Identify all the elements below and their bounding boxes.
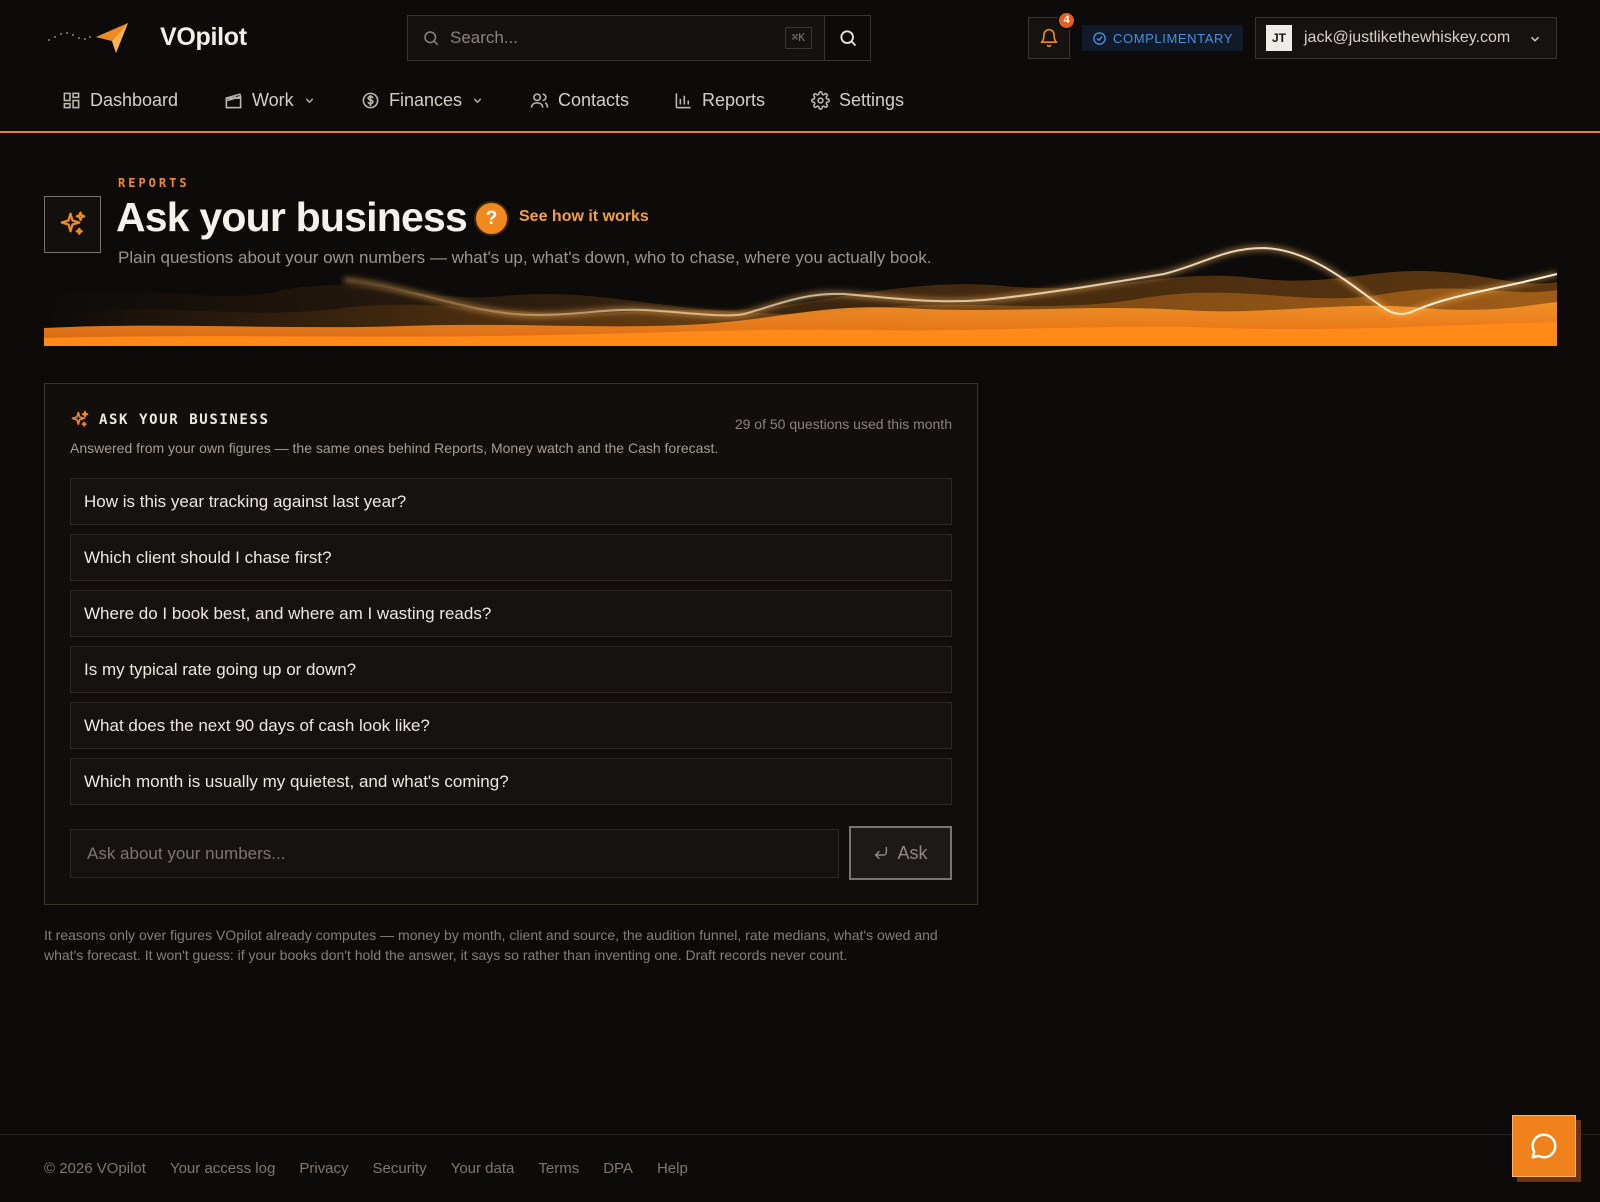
- chevron-down-icon: [305, 97, 313, 103]
- suggested-question[interactable]: What does the next 90 days of cash look …: [70, 702, 952, 749]
- dollar-circle-icon: [362, 92, 379, 108]
- plan-label: COMPLIMENTARY: [1113, 30, 1234, 46]
- notification-count-badge: 4: [1057, 11, 1076, 30]
- user-email: jack@justlikethewhiskey.com: [1304, 29, 1511, 46]
- suggested-question[interactable]: Which month is usually my quietest, and …: [70, 758, 952, 805]
- bar-chart-icon: [675, 92, 691, 108]
- sparkles-icon: [71, 410, 89, 427]
- logo-icon: [48, 23, 128, 53]
- page-eyebrow: REPORTS: [118, 176, 190, 190]
- card-header: ASK YOUR BUSINESS: [70, 410, 270, 430]
- ask-card: ASK YOUR BUSINESS 29 of 50 questions use…: [44, 383, 978, 905]
- users-icon: [530, 92, 549, 108]
- search-icon: [424, 31, 439, 46]
- search-input[interactable]: [450, 28, 780, 48]
- top-bar: VOpilot ⌘K 4 COMPLIMENTARY JT jack@justl…: [0, 0, 1600, 76]
- footer-link-your-data[interactable]: Your data: [451, 1160, 515, 1177]
- search-shortcut: ⌘K: [784, 27, 812, 49]
- gear-icon: [811, 90, 830, 110]
- nav-item-dashboard[interactable]: Dashboard: [62, 86, 178, 114]
- nav-item-reports[interactable]: Reports: [674, 86, 765, 114]
- brand[interactable]: VOpilot: [46, 20, 247, 54]
- check-circle-icon: [1093, 31, 1106, 45]
- chat-bubble-icon: [1531, 1133, 1557, 1159]
- page-title: Ask your business: [116, 194, 468, 240]
- search-icon: [839, 30, 856, 47]
- nav-item-label: Settings: [839, 89, 905, 110]
- nav-item-settings[interactable]: Settings: [811, 86, 904, 114]
- search-button[interactable]: [824, 16, 870, 60]
- nav-item-label: Finances: [389, 89, 463, 110]
- suggested-question[interactable]: Which client should I chase first?: [70, 534, 952, 581]
- nav-item-finances[interactable]: Finances: [361, 86, 484, 114]
- suggested-questions: How is this year tracking against last y…: [70, 478, 952, 814]
- copyright: © 2026 VOpilot: [44, 1160, 146, 1177]
- question-quota: 29 of 50 questions used this month: [734, 416, 952, 432]
- clapperboard-icon: [225, 92, 242, 108]
- chevron-down-icon: [473, 97, 482, 103]
- help-button[interactable]: ?: [474, 201, 509, 236]
- sparkles-badge: [44, 196, 101, 253]
- nav-item-work[interactable]: Work: [224, 86, 316, 114]
- enter-icon: [875, 846, 888, 860]
- nav-item-contacts[interactable]: Contacts: [530, 86, 629, 114]
- bell-icon: [1040, 28, 1058, 48]
- footer: © 2026 VOpilot Your access log Privacy S…: [44, 1160, 688, 1177]
- nav-item-label: Dashboard: [90, 89, 179, 110]
- ask-button-label: Ask: [897, 842, 928, 863]
- question-mark-icon: ?: [485, 208, 498, 229]
- disclaimer-note: It reasons only over figures VOpilot alr…: [44, 927, 938, 963]
- plan-badge: COMPLIMENTARY: [1082, 25, 1244, 51]
- suggested-question[interactable]: How is this year tracking against last y…: [70, 478, 952, 525]
- main-nav: Dashboard Work Finances Contacts Reports…: [0, 76, 1600, 133]
- card-title: ASK YOUR BUSINESS: [99, 412, 270, 428]
- card-description: Answered from your own figures — the sam…: [70, 440, 719, 456]
- search-bar: ⌘K: [407, 15, 871, 61]
- dashboard-icon: [63, 92, 80, 108]
- notifications-button[interactable]: 4: [1028, 11, 1076, 59]
- suggested-question[interactable]: Is my typical rate going up or down?: [70, 646, 952, 693]
- brand-name: VOpilot: [160, 23, 247, 51]
- avatar: JT: [1266, 25, 1292, 51]
- footer-divider: [0, 1134, 1600, 1135]
- chat-button[interactable]: [1512, 1115, 1576, 1177]
- nav-item-label: Contacts: [558, 89, 630, 110]
- footer-link-dpa[interactable]: DPA: [603, 1160, 633, 1177]
- footer-link-terms[interactable]: Terms: [538, 1160, 579, 1177]
- page-subtitle: Plain questions about your own numbers —…: [118, 248, 932, 267]
- footer-link-privacy[interactable]: Privacy: [299, 1160, 348, 1177]
- user-menu[interactable]: JT jack@justlikethewhiskey.com: [1255, 17, 1557, 59]
- ask-input[interactable]: [70, 829, 839, 878]
- sparkles-icon: [60, 210, 85, 235]
- search-field: ⌘K: [408, 16, 824, 60]
- footer-link-help[interactable]: Help: [657, 1160, 688, 1177]
- footer-link-security[interactable]: Security: [373, 1160, 427, 1177]
- nav-item-label: Reports: [702, 89, 766, 110]
- nav-item-label: Work: [252, 89, 294, 110]
- ask-button[interactable]: Ask: [849, 826, 952, 880]
- see-how-it-works-link[interactable]: See how it works: [519, 208, 649, 226]
- footer-link-access-log[interactable]: Your access log: [170, 1160, 275, 1177]
- suggested-question[interactable]: Where do I book best, and where am I was…: [70, 590, 952, 637]
- chevron-down-icon: [1530, 36, 1540, 42]
